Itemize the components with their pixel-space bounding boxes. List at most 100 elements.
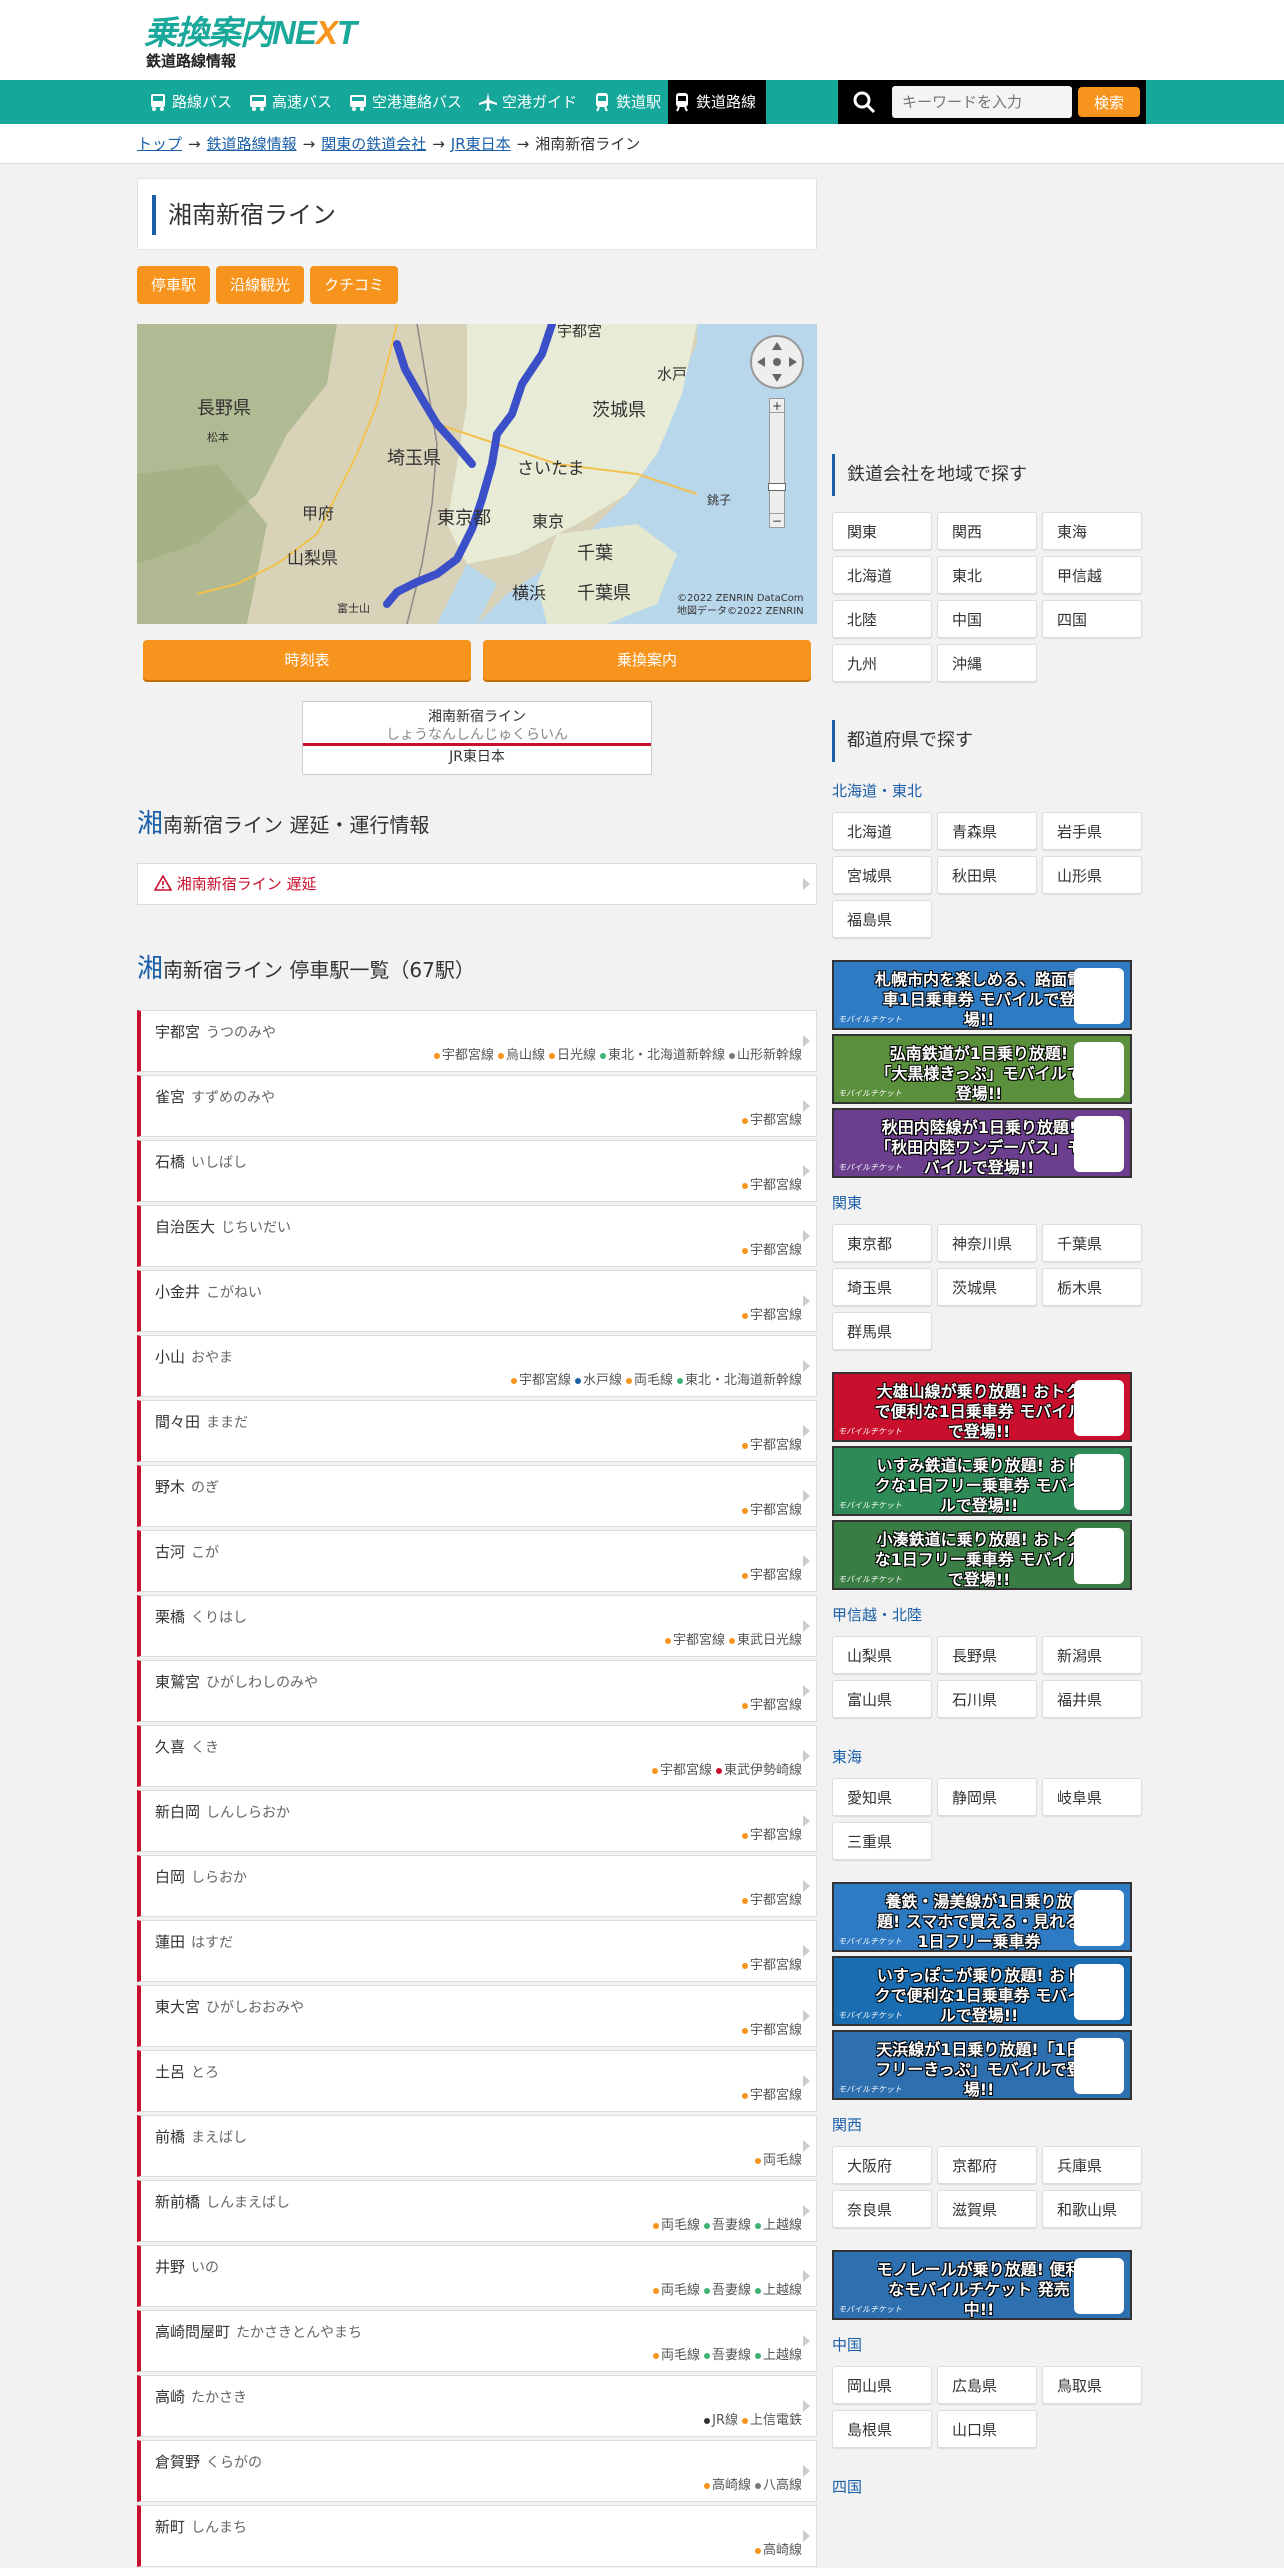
station-row[interactable]: 土呂 とろ 宇都宮線	[137, 2050, 817, 2112]
nav-rail-line[interactable]: 鉄道路線	[668, 80, 767, 124]
tag-reviews-button[interactable]: クチコミ	[310, 266, 399, 304]
promo-banner[interactable]: 札幌市内を楽しめる、路面電車1日乗車券 モバイルで登場!! モバイルチケット	[832, 960, 1132, 1030]
promo-banner[interactable]: 天浜線が1日乗り放題!「1日フリーきっぷ」モバイルで登場!! モバイルチケット	[832, 2030, 1132, 2100]
tag-sightseeing-button[interactable]: 沿線観光	[216, 266, 305, 304]
station-row[interactable]: 井野 いの 両毛線 吾妻線 上越線	[137, 2245, 817, 2307]
region-cell[interactable]: 新潟県	[1042, 1636, 1142, 1674]
nav-station[interactable]: 鉄道駅	[588, 80, 661, 124]
region-cell[interactable]: 山口県	[937, 2410, 1037, 2448]
region-cell[interactable]: 広島県	[937, 2366, 1037, 2404]
region-cell[interactable]: 千葉県	[1042, 1224, 1142, 1262]
map-zoom-slider[interactable]: + −	[768, 398, 786, 528]
station-row[interactable]: 小金井 こがねい 宇都宮線	[137, 1270, 817, 1332]
delay-item[interactable]: 湘南新宿ライン 遅延	[137, 863, 817, 905]
station-row[interactable]: 野木 のぎ 宇都宮線	[137, 1465, 817, 1527]
station-row[interactable]: 小山 おやま 宇都宮線 水戸線 両毛線 東北・北海道新幹線	[137, 1335, 817, 1397]
region-cell[interactable]: 茨城県	[937, 1268, 1037, 1306]
station-row[interactable]: 蓮田 はすだ 宇都宮線	[137, 1920, 817, 1982]
region-cell[interactable]: 神奈川県	[937, 1224, 1037, 1262]
station-row[interactable]: 宇都宮 うつのみや 宇都宮線 烏山線 日光線 東北・北海道新幹線 山形新幹線	[137, 1010, 817, 1072]
station-row[interactable]: 古河 こが 宇都宮線	[137, 1530, 817, 1592]
promo-banner[interactable]: 弘南鉄道が1日乗り放題!「大黒様きっぷ」モバイルで登場!! モバイルチケット	[832, 1034, 1132, 1104]
region-cell[interactable]: 中国	[937, 600, 1037, 638]
region-cell[interactable]: 栃木県	[1042, 1268, 1142, 1306]
nav-route-bus[interactable]: 路線バス	[144, 80, 232, 124]
nav-airport-guide[interactable]: 空港ガイド	[474, 80, 577, 124]
region-cell[interactable]: 福島県	[832, 900, 932, 938]
region-cell[interactable]: 滋賀県	[937, 2190, 1037, 2228]
station-row[interactable]: 間々田 ままだ 宇都宮線	[137, 1400, 817, 1462]
station-row[interactable]: 新白岡 しんしらおか 宇都宮線	[137, 1790, 817, 1852]
region-cell[interactable]: 京都府	[937, 2146, 1037, 2184]
region-cell[interactable]: 九州	[832, 644, 932, 682]
map-pan-control-icon[interactable]	[749, 334, 805, 390]
promo-banner[interactable]: 養鉄・湯美線が1日乗り放題! スマホで買える・見れる 1日フリー乗車券 モバイルチ…	[832, 1882, 1132, 1952]
station-row[interactable]: 雀宮 すずめのみや 宇都宮線	[137, 1075, 817, 1137]
region-cell[interactable]: 宮城県	[832, 856, 932, 894]
region-cell[interactable]: 福井県	[1042, 1680, 1142, 1718]
region-cell[interactable]: 秋田県	[937, 856, 1037, 894]
region-cell[interactable]: 関東	[832, 512, 932, 550]
promo-banner[interactable]: 小湊鉄道に乗り放題! おトクな1日フリー乗車券 モバイルで登場!! モバイルチケッ…	[832, 1520, 1132, 1590]
region-cell[interactable]: 北陸	[832, 600, 932, 638]
breadcrumb-jr-east[interactable]: JR東日本	[451, 135, 511, 153]
transfer-guide-button[interactable]: 乗換案内	[483, 640, 811, 680]
breadcrumb-kanto-rail[interactable]: 関東の鉄道会社	[321, 135, 426, 153]
region-cell[interactable]: 和歌山県	[1042, 2190, 1142, 2228]
region-cell[interactable]: 群馬県	[832, 1312, 932, 1350]
region-cell[interactable]: 沖縄	[937, 644, 1037, 682]
region-cell[interactable]: 山形県	[1042, 856, 1142, 894]
region-cell[interactable]: 北海道	[832, 556, 932, 594]
region-cell[interactable]: 長野県	[937, 1636, 1037, 1674]
station-row[interactable]: 倉賀野 くらがの 高崎線 八高線	[137, 2440, 817, 2502]
region-cell[interactable]: 関西	[937, 512, 1037, 550]
nav-airport-bus[interactable]: 空港連絡バス	[344, 80, 462, 124]
search-input[interactable]	[892, 86, 1072, 118]
region-cell[interactable]: 東京都	[832, 1224, 932, 1262]
route-map[interactable]: 長野県 宇都宮 水戸 茨城県 埼玉県 さいたま 甲府 東京都 東京 千葉 山梨県…	[137, 324, 817, 624]
promo-banner[interactable]: いすみ鉄道に乗り放題! おトクな1日フリー乗車券 モバイルで登場!! モバイルチケ…	[832, 1446, 1132, 1516]
region-cell[interactable]: 山梨県	[832, 1636, 932, 1674]
promo-banner[interactable]: 大雄山線が乗り放題! おトクで便利な1日乗車券 モバイルで登場!! モバイルチケッ…	[832, 1372, 1132, 1442]
promo-banner[interactable]: モノレールが乗り放題! 便利なモバイルチケット 発売中!! モバイルチケット	[832, 2250, 1132, 2320]
station-row[interactable]: 前橋 まえばし 両毛線	[137, 2115, 817, 2177]
station-row[interactable]: 栗橋 くりはし 宇都宮線 東武日光線	[137, 1595, 817, 1657]
station-row[interactable]: 東大宮 ひがしおおみや 宇都宮線	[137, 1985, 817, 2047]
region-cell[interactable]: 青森県	[937, 812, 1037, 850]
region-cell[interactable]: 鳥取県	[1042, 2366, 1142, 2404]
region-cell[interactable]: 北海道	[832, 812, 932, 850]
region-cell[interactable]: 富山県	[832, 1680, 932, 1718]
station-row[interactable]: 久喜 くき 宇都宮線 東武伊勢崎線	[137, 1725, 817, 1787]
timetable-button[interactable]: 時刻表	[143, 640, 471, 680]
region-cell[interactable]: 島根県	[832, 2410, 932, 2448]
station-row[interactable]: 新前橋 しんまえばし 両毛線 吾妻線 上越線	[137, 2180, 817, 2242]
nav-highway-bus[interactable]: 高速バス	[244, 80, 332, 124]
tag-stations-button[interactable]: 停車駅	[137, 266, 211, 304]
region-cell[interactable]: 四国	[1042, 600, 1142, 638]
region-cell[interactable]: 愛知県	[832, 1778, 932, 1816]
region-cell[interactable]: 東北	[937, 556, 1037, 594]
zoom-handle[interactable]	[768, 483, 786, 491]
region-cell[interactable]: 岡山県	[832, 2366, 932, 2404]
region-cell[interactable]: 兵庫県	[1042, 2146, 1142, 2184]
region-cell[interactable]: 静岡県	[937, 1778, 1037, 1816]
breadcrumb-rail-info[interactable]: 鉄道路線情報	[207, 135, 297, 153]
zoom-out-icon[interactable]: −	[770, 513, 784, 528]
station-row[interactable]: 東鷲宮 ひがしわしのみや 宇都宮線	[137, 1660, 817, 1722]
station-row[interactable]: 高崎 たかさき JR線 上信電鉄	[137, 2375, 817, 2437]
station-row[interactable]: 新町 しんまち 高崎線	[137, 2505, 817, 2567]
site-logo[interactable]: 乗換案内NEXT	[144, 6, 357, 54]
region-cell[interactable]: 岩手県	[1042, 812, 1142, 850]
station-row[interactable]: 白岡 しらおか 宇都宮線	[137, 1855, 817, 1917]
region-cell[interactable]: 埼玉県	[832, 1268, 932, 1306]
region-cell[interactable]: 岐阜県	[1042, 1778, 1142, 1816]
zoom-in-icon[interactable]: +	[770, 399, 784, 413]
region-cell[interactable]: 三重県	[832, 1822, 932, 1860]
search-button[interactable]: 検索	[1078, 87, 1140, 117]
station-row[interactable]: 自治医大 じちいだい 宇都宮線	[137, 1205, 817, 1267]
station-row[interactable]: 高崎問屋町 たかさきとんやまち 両毛線 吾妻線 上越線	[137, 2310, 817, 2372]
region-cell[interactable]: 東海	[1042, 512, 1142, 550]
region-cell[interactable]: 甲信越	[1042, 556, 1142, 594]
promo-banner[interactable]: いすっぽこが乗り放題! おトクで便利な1日乗車券 モバイルで登場!! モバイルチケ…	[832, 1956, 1132, 2026]
promo-banner[interactable]: 秋田内陸線が1日乗り放題!「秋田内陸ワンデーパス」モバイルで登場!! モバイルチケ…	[832, 1108, 1132, 1178]
